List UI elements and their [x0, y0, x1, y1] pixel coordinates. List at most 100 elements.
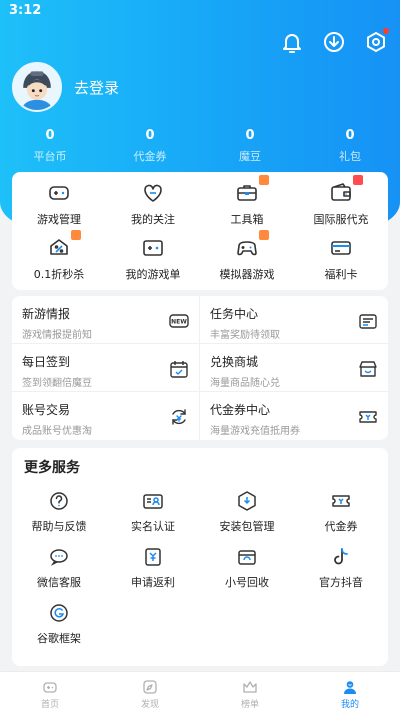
grid-item-intl-recharge[interactable]: 国际服代充 [294, 172, 388, 227]
grid-item-flash-sale[interactable]: 0.1折秒杀 [12, 227, 106, 282]
stat-label: 魔豆 [239, 150, 261, 163]
grid-item-label: 游戏管理 [37, 213, 81, 226]
new-badge-text: NEW [171, 319, 187, 326]
service-label: 帮助与反馈 [31, 520, 87, 533]
list-item-voucher-center[interactable]: 代金券中心 海量游戏充值抵用券 [200, 392, 388, 440]
service-help-feedback[interactable]: 帮助与反馈 [12, 486, 106, 542]
grid-item-label: 工具箱 [230, 213, 264, 226]
hot-badge [259, 230, 269, 240]
grid-item-my-follows[interactable]: 我的关注 [106, 172, 200, 227]
service-label: 安装包管理 [219, 520, 275, 533]
toolbox-icon [235, 175, 269, 205]
tab-label: 榜单 [240, 700, 259, 710]
stat-platform-coin[interactable]: 0 平台币 [0, 128, 100, 164]
service-label: 谷歌框架 [37, 632, 81, 645]
stat-value: 0 [145, 128, 155, 143]
douyin-icon [330, 546, 352, 568]
service-account-recycle[interactable]: 小号回收 [200, 542, 294, 598]
task-icon [358, 311, 378, 331]
tab-mine[interactable]: 我的 [300, 672, 400, 711]
stat-value: 0 [45, 128, 55, 143]
grid-item-toolbox[interactable]: 工具箱 [200, 172, 294, 227]
discover-icon [142, 679, 158, 695]
coupon-icon [358, 407, 378, 427]
service-apply-rebate[interactable]: 申请返利 [106, 542, 200, 598]
feature-list-card: 新游情报 游戏情报提前知 NEW 任务中心 丰富奖励待领取 每日签到 签到领翻倍… [12, 296, 388, 440]
hot-badge [71, 230, 81, 240]
notification-dot [383, 28, 389, 34]
service-label: 代金券 [324, 520, 358, 533]
service-real-name[interactable]: 实名认证 [106, 486, 200, 542]
store-icon [358, 359, 378, 379]
grid-item-label: 福利卡 [324, 268, 358, 281]
login-link[interactable]: 去登录 [74, 77, 119, 98]
rebate-icon [142, 546, 164, 568]
service-label: 小号回收 [225, 576, 269, 589]
grid-item-welfare-card[interactable]: 福利卡 [294, 227, 388, 282]
status-time: 3:12 [9, 3, 42, 18]
grid-item-label: 模拟器游戏 [219, 268, 275, 281]
gamepad-icon [47, 181, 71, 205]
section-title: 更多服务 [24, 460, 80, 476]
settings-icon[interactable] [362, 28, 390, 56]
grid-item-game-manage[interactable]: 游戏管理 [12, 172, 106, 227]
grid-item-label: 0.1折秒杀 [33, 268, 85, 281]
service-label: 申请返利 [131, 576, 175, 589]
service-official-douyin[interactable]: 官方抖音 [294, 542, 388, 598]
stat-label: 平台币 [33, 150, 67, 163]
list-item-exchange-mall[interactable]: 兑换商城 海量商品随心兑 [200, 344, 388, 392]
tab-label: 发现 [140, 700, 159, 710]
tab-ranking[interactable]: 榜单 [200, 672, 300, 711]
hot-badge [259, 175, 269, 185]
grid-item-label: 我的关注 [131, 213, 175, 226]
stat-value: 0 [345, 128, 355, 143]
grid-item-my-game-list[interactable]: 我的游戏单 [106, 227, 200, 282]
card-icon [329, 236, 353, 260]
list-item-daily-checkin[interactable]: 每日签到 签到领翻倍魔豆 [12, 344, 200, 392]
heart-icon [141, 181, 165, 205]
crown-icon [242, 679, 258, 695]
hot-badge [353, 175, 363, 185]
list-item-account-trade[interactable]: 账号交易 成品账号优惠淘 [12, 392, 200, 440]
account-stats: 0 平台币 0 代金券 0 魔豆 0 礼包 [0, 128, 400, 164]
tab-label: 首页 [40, 700, 59, 710]
service-wechat-support[interactable]: 微信客服 [12, 542, 106, 598]
bottom-tab-bar: 首页 发现 榜单 我的 [0, 671, 400, 711]
header-actions [278, 28, 390, 56]
stat-value: 0 [245, 128, 255, 143]
avatar[interactable] [12, 62, 62, 112]
service-label: 微信客服 [37, 576, 81, 589]
grid-item-label: 国际服代充 [313, 213, 369, 226]
recycle-icon [236, 546, 258, 568]
service-voucher[interactable]: 代金券 [294, 486, 388, 542]
grid-item-emulator-games[interactable]: 模拟器游戏 [200, 227, 294, 282]
service-label: 实名认证 [131, 520, 175, 533]
tab-discover[interactable]: 发现 [100, 672, 200, 711]
stat-voucher[interactable]: 0 代金券 [100, 128, 200, 164]
wechat-icon [48, 546, 70, 568]
stat-label: 代金券 [133, 150, 167, 163]
download-icon[interactable] [320, 28, 348, 56]
trade-icon [169, 407, 189, 427]
wallet-icon [329, 175, 363, 205]
bell-icon[interactable] [278, 28, 306, 56]
list-item-new-game-news[interactable]: 新游情报 游戏情报提前知 NEW [12, 296, 200, 344]
list-item-task-center[interactable]: 任务中心 丰富奖励待领取 [200, 296, 388, 344]
tab-label: 我的 [340, 700, 359, 710]
grid-item-label: 我的游戏单 [125, 268, 181, 281]
quick-actions-card: 游戏管理 我的关注 工具箱 国际服代充 0.1折秒杀 我的游戏单 模拟器游戏 福… [12, 172, 388, 290]
voucher-icon [330, 490, 352, 512]
service-package-manage[interactable]: 安装包管理 [200, 486, 294, 542]
stat-gift-pack[interactable]: 0 礼包 [300, 128, 400, 164]
id-card-icon [142, 490, 164, 512]
discount-icon [47, 230, 81, 260]
game-list-icon [141, 236, 165, 260]
emulator-icon [235, 230, 269, 260]
home-game-icon [42, 679, 58, 695]
service-google-framework[interactable]: 谷歌框架 [12, 598, 106, 654]
stat-magic-bean[interactable]: 0 魔豆 [200, 128, 300, 164]
google-icon [48, 602, 70, 624]
more-services-card: 更多服务 帮助与反馈 实名认证 安装包管理 代金券 微信客服 申请返利 小号回收… [12, 448, 388, 666]
tab-home[interactable]: 首页 [0, 672, 100, 711]
stat-label: 礼包 [339, 150, 361, 163]
